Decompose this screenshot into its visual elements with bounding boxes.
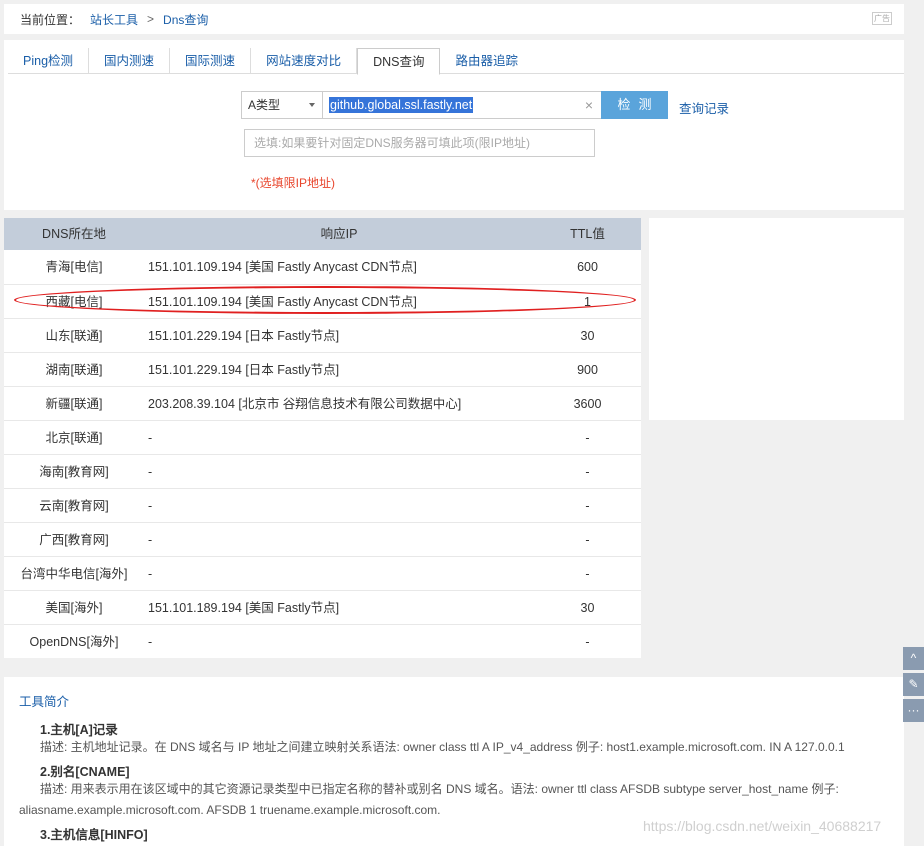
- watermark: https://blog.csdn.net/weixin_40688217: [643, 818, 882, 834]
- cell-response-ip: -: [148, 431, 153, 445]
- cell-location: 新疆[联通]: [45, 397, 103, 411]
- breadcrumb-label: 当前位置：: [20, 12, 81, 27]
- clear-icon[interactable]: ×: [585, 92, 593, 118]
- cell-ttl: -: [585, 431, 590, 445]
- cell-ttl: 30: [580, 329, 595, 343]
- header-ttl: TTL值: [570, 227, 605, 241]
- cell-response-ip: 151.101.229.194 [日本 Fastly节点]: [148, 363, 340, 377]
- cell-location: 广西[教育网]: [39, 533, 109, 547]
- tab-route-trace[interactable]: 路由器追踪: [440, 48, 533, 74]
- floating-toolbar: ^ ✎ ···: [903, 647, 924, 725]
- cell-ttl: -: [585, 533, 590, 547]
- tool-panel: Ping检测 国内测速 国际测速 网站速度对比 DNS查询 路由器追踪 A类型 …: [4, 40, 904, 210]
- intro-heading-a: 1.主机[A]记录: [40, 723, 118, 737]
- cell-ttl: 900: [577, 363, 598, 377]
- table-row: 海南[教育网] - -: [4, 454, 641, 488]
- cell-location: 山东[联通]: [45, 329, 103, 343]
- table-row: 北京[联通] - -: [4, 420, 641, 454]
- table-row: 新疆[联通] 203.208.39.104 [北京市 谷翔信息技术有限公司数据中心…: [4, 386, 641, 420]
- cell-response-ip: 151.101.189.194 [美国 Fastly节点]: [148, 601, 340, 615]
- feedback-icon[interactable]: ✎: [903, 673, 924, 696]
- cell-ttl: -: [585, 465, 590, 479]
- intro-desc-a: 描述: 主机地址记录。在 DNS 域名与 IP 地址之间建立映射关系语法: ow…: [40, 740, 845, 754]
- record-type-select[interactable]: A类型: [241, 91, 323, 119]
- tab-site-speed-compare[interactable]: 网站速度对比: [251, 48, 358, 74]
- cell-location: 北京[联通]: [45, 431, 103, 445]
- cell-location: 海南[教育网]: [39, 465, 109, 479]
- cell-location: 西藏[电信]: [45, 295, 103, 309]
- side-ad-box: [649, 218, 904, 420]
- cell-response-ip: -: [148, 533, 153, 547]
- cell-response-ip: -: [148, 635, 153, 649]
- cell-location: 美国[海外]: [45, 601, 103, 615]
- cell-ttl: 30: [580, 601, 595, 615]
- chevron-down-icon: [309, 103, 315, 107]
- table-row: 山东[联通] 151.101.229.194 [日本 Fastly节点] 30: [4, 318, 641, 352]
- query-history-link[interactable]: 查询记录: [679, 98, 729, 117]
- cell-ttl: -: [585, 499, 590, 513]
- table-row: OpenDNS[海外] - -: [4, 624, 641, 658]
- tab-domestic-speed[interactable]: 国内测速: [89, 48, 171, 74]
- header-location: DNS所在地: [42, 227, 106, 241]
- cell-response-ip: 203.208.39.104 [北京市 谷翔信息技术有限公司数据中心]: [148, 397, 462, 411]
- cell-response-ip: -: [148, 499, 153, 513]
- breadcrumb: 当前位置： 站长工具 > Dns查询 广告: [4, 4, 904, 34]
- tab-ping[interactable]: Ping检测: [8, 48, 90, 74]
- cell-response-ip: -: [148, 567, 153, 581]
- breadcrumb-current-link[interactable]: Dns查询: [163, 11, 208, 28]
- tab-international-speed[interactable]: 国际测速: [170, 48, 252, 74]
- cell-response-ip: -: [148, 465, 153, 479]
- tab-dns-query[interactable]: DNS查询: [357, 48, 441, 75]
- back-to-top-icon[interactable]: ^: [903, 647, 924, 670]
- ad-badge: 广告: [872, 12, 892, 25]
- cell-location: 青海[电信]: [45, 260, 103, 274]
- cell-location: 台湾中华电信[海外]: [20, 567, 128, 581]
- cell-response-ip: 151.101.109.194 [美国 Fastly Anycast CDN节点…: [148, 260, 417, 274]
- tab-bar: Ping检测 国内测速 国际测速 网站速度对比 DNS查询 路由器追踪: [8, 48, 904, 75]
- cell-location: OpenDNS[海外]: [29, 635, 119, 649]
- dns-input-hint: *(选填限IP地址): [251, 176, 336, 190]
- cell-ttl: -: [585, 567, 590, 581]
- table-row: 台湾中华电信[海外] - -: [4, 556, 641, 590]
- dns-result-table: DNS所在地 响应IP TTL值 青海[电信] 151.101.109.194 […: [4, 218, 641, 658]
- cell-ttl: 600: [577, 260, 598, 274]
- record-type-value: A类型: [248, 98, 281, 112]
- breadcrumb-separator: >: [147, 12, 155, 26]
- breadcrumb-parent-link[interactable]: 站长工具: [90, 11, 138, 28]
- header-response-ip: 响应IP: [320, 227, 358, 241]
- intro-heading-hinfo: 3.主机信息[HINFO]: [40, 828, 148, 842]
- table-header: DNS所在地 响应IP TTL值: [4, 218, 641, 250]
- table-row: 青海[电信] 151.101.109.194 [美国 Fastly Anycast…: [4, 250, 641, 284]
- intro-heading-cname: 2.别名[CNAME]: [40, 765, 130, 779]
- intro-desc-cname: 描述: 用来表示用在该区域中的其它资源记录类型中已指定名称的替补或别名 DNS …: [40, 782, 839, 796]
- cell-response-ip: 151.101.109.194 [美国 Fastly Anycast CDN节点…: [148, 295, 417, 309]
- cell-response-ip: 151.101.229.194 [日本 Fastly节点]: [148, 329, 340, 343]
- cell-ttl: -: [585, 635, 590, 649]
- table-row: 云南[教育网] - -: [4, 488, 641, 522]
- cell-ttl: 3600: [573, 397, 602, 411]
- table-row: 美国[海外] 151.101.189.194 [美国 Fastly节点] 30: [4, 590, 641, 624]
- domain-input[interactable]: github.global.ssl.fastly.net ×: [322, 91, 602, 119]
- table-row: 广西[教育网] - -: [4, 522, 641, 556]
- table-row: 湖南[联通] 151.101.229.194 [日本 Fastly节点] 900: [4, 352, 641, 386]
- cell-location: 湖南[联通]: [45, 363, 103, 377]
- cell-ttl: 1: [584, 295, 591, 309]
- more-icon[interactable]: ···: [903, 699, 924, 722]
- intro-title: 工具简介: [19, 695, 70, 709]
- cell-location: 云南[教育网]: [39, 499, 109, 513]
- domain-input-value: github.global.ssl.fastly.net: [329, 97, 474, 113]
- detect-button[interactable]: 检测: [601, 91, 668, 119]
- table-row: 西藏[电信] 151.101.109.194 [美国 Fastly Anycast…: [4, 284, 641, 318]
- dns-server-input[interactable]: 选填:如果要针对固定DNS服务器可填此项(限IP地址): [244, 129, 595, 157]
